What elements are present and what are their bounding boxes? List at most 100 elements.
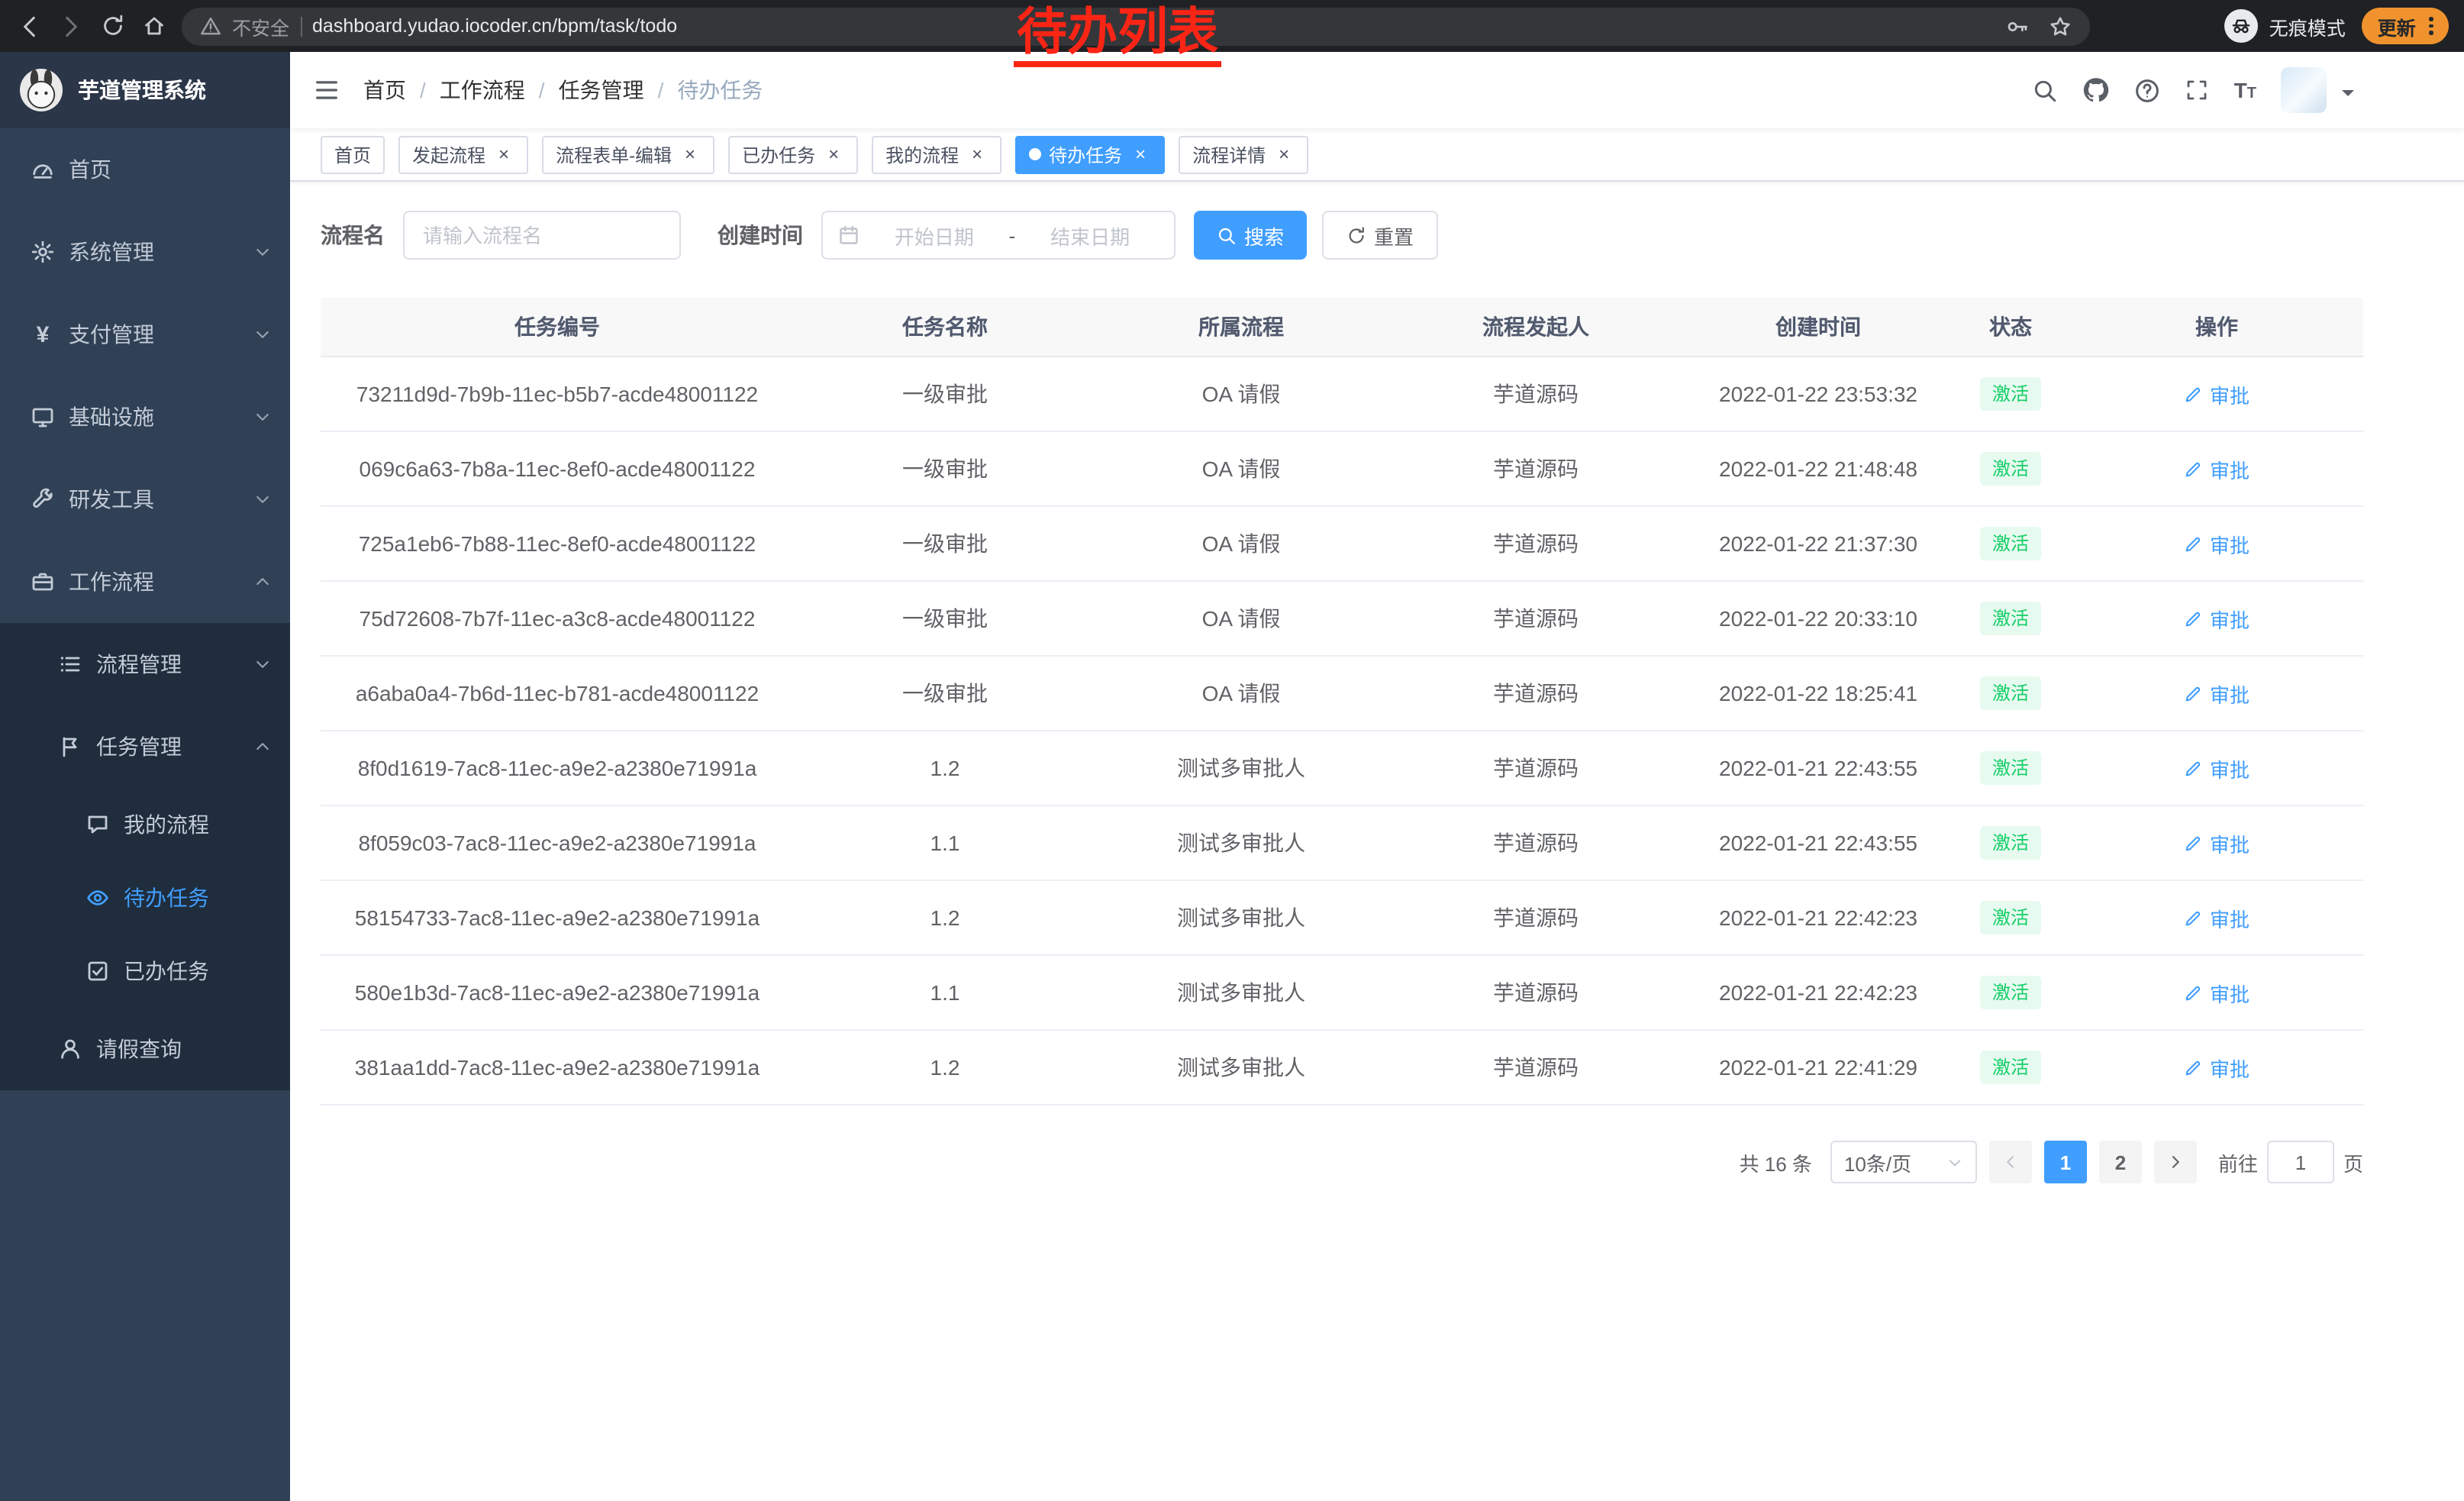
cell-task-id: 73211d9d-7b9b-11ec-b5b7-acde48001122 <box>321 357 794 431</box>
reset-button[interactable]: 重置 <box>1322 211 1438 260</box>
goto-page-input[interactable] <box>2267 1141 2334 1183</box>
tag-home[interactable]: 首页 <box>321 135 385 173</box>
sidebar-item-process-mgmt[interactable]: 流程管理 <box>0 623 290 705</box>
approve-button[interactable]: 审批 <box>2184 1053 2250 1082</box>
approve-button[interactable]: 审批 <box>2184 604 2250 633</box>
sidebar-item-todo-tasks[interactable]: 待办任务 <box>0 861 290 934</box>
pencil-icon <box>2184 908 2204 928</box>
status-badge: 激活 <box>1980 602 2041 635</box>
star-icon[interactable] <box>2049 15 2072 37</box>
sidebar-item-leave-query[interactable]: 请假查询 <box>0 1008 290 1090</box>
tag-done-tasks[interactable]: 已办任务× <box>728 135 858 173</box>
breadcrumb-home[interactable]: 首页 <box>363 75 406 105</box>
page-button-2[interactable]: 2 <box>2099 1141 2142 1183</box>
sidebar-item-task-mgmt[interactable]: 任务管理 <box>0 705 290 788</box>
cell-task-id: a6aba0a4-7b6d-11ec-b781-acde48001122 <box>321 656 794 731</box>
back-icon[interactable] <box>9 5 50 47</box>
pencil-icon <box>2184 459 2204 479</box>
key-icon[interactable] <box>2006 15 2029 37</box>
date-range-picker[interactable]: 开始日期 - 结束日期 <box>821 211 1176 260</box>
table-row: 381aa1dd-7ac8-11ec-a9e2-a2380e71991a 1.2… <box>321 1030 2363 1105</box>
avatar[interactable] <box>2281 67 2327 113</box>
close-icon[interactable]: × <box>493 144 514 165</box>
cell-process: 测试多审批人 <box>1096 955 1386 1030</box>
close-icon[interactable]: × <box>1130 144 1151 165</box>
incognito-badge: 无痕模式 <box>2225 9 2346 43</box>
sidebar-item-system[interactable]: 系统管理 <box>0 211 290 293</box>
search-icon[interactable] <box>2033 77 2059 103</box>
table-row: 73211d9d-7b9b-11ec-b5b7-acde48001122 一级审… <box>321 357 2363 431</box>
sidebar-item-infra[interactable]: 基础设施 <box>0 376 290 458</box>
approve-button[interactable]: 审批 <box>2184 379 2250 408</box>
tags-view: 首页 发起流程 × 流程表单-编辑× 已办任务× 我的流程× 待办任务× 流程详情… <box>290 128 2464 182</box>
forward-icon[interactable] <box>50 5 92 47</box>
cell-task-name: 1.2 <box>794 731 1096 805</box>
approve-button[interactable]: 审批 <box>2184 978 2250 1007</box>
refresh-icon[interactable] <box>92 5 133 47</box>
close-icon[interactable]: × <box>679 144 701 165</box>
approve-button[interactable]: 审批 <box>2184 454 2250 483</box>
approve-button[interactable]: 审批 <box>2184 679 2250 708</box>
url-text: dashboard.yudao.iocoder.cn/bpm/task/todo <box>312 15 677 37</box>
cell-process: 测试多审批人 <box>1096 731 1386 805</box>
start-date-placeholder: 开始日期 <box>866 221 1003 250</box>
fullscreen-icon[interactable] <box>2185 78 2210 102</box>
sidebar-item-devtools[interactable]: 研发工具 <box>0 458 290 541</box>
update-button[interactable]: 更新 <box>2362 8 2449 44</box>
sidebar-item-payment[interactable]: ¥ 支付管理 <box>0 293 290 376</box>
eye-icon <box>85 886 110 910</box>
sidebar-item-home[interactable]: 首页 <box>0 128 290 211</box>
tag-label: 发起流程 <box>412 141 485 167</box>
cell-task-name: 1.2 <box>794 1030 1096 1105</box>
navbar-actions: TT <box>2033 67 2464 113</box>
sidebar-menu: 首页 系统管理 ¥ 支付管理 基础设施 <box>0 128 290 1090</box>
close-icon[interactable]: × <box>823 144 844 165</box>
home-icon[interactable] <box>133 5 174 47</box>
warning-icon <box>200 15 221 37</box>
cell-initiator: 芋道源码 <box>1386 805 1685 880</box>
sidebar-item-done-tasks[interactable]: 已办任务 <box>0 934 290 1008</box>
process-name-label: 流程名 <box>321 220 385 250</box>
next-page-button[interactable] <box>2154 1141 2197 1183</box>
approve-label: 审批 <box>2210 828 2250 857</box>
process-name-input[interactable] <box>403 211 681 260</box>
approve-button[interactable]: 审批 <box>2184 529 2250 558</box>
table-row: a6aba0a4-7b6d-11ec-b781-acde48001122 一级审… <box>321 656 2363 731</box>
pencil-icon <box>2184 1057 2204 1077</box>
hamburger-icon[interactable] <box>290 76 363 104</box>
breadcrumb-workflow[interactable]: 工作流程 <box>440 75 525 105</box>
cell-initiator: 芋道源码 <box>1386 581 1685 656</box>
sidebar-item-workflow[interactable]: 工作流程 <box>0 541 290 623</box>
chevron-down-icon <box>253 490 272 508</box>
app-logo[interactable]: 芋道管理系统 <box>0 52 290 128</box>
search-button[interactable]: 搜索 <box>1194 211 1307 260</box>
approve-button[interactable]: 审批 <box>2184 828 2250 857</box>
range-separator: - <box>1003 224 1022 247</box>
close-icon[interactable]: × <box>966 144 988 165</box>
app-title: 芋道管理系统 <box>78 75 206 105</box>
approve-button[interactable]: 审批 <box>2184 754 2250 783</box>
tag-start-process[interactable]: 发起流程 × <box>398 135 528 173</box>
prev-page-button[interactable] <box>1989 1141 2032 1183</box>
tag-process-detail[interactable]: 流程详情× <box>1179 135 1308 173</box>
font-size-icon[interactable]: TT <box>2234 78 2256 102</box>
browser-menu-icon[interactable] <box>2430 17 2433 35</box>
tag-form-edit[interactable]: 流程表单-编辑× <box>542 135 714 173</box>
help-icon[interactable] <box>2135 77 2161 103</box>
sidebar-item-my-process[interactable]: 我的流程 <box>0 788 290 861</box>
cell-created: 2022-01-22 23:53:32 <box>1685 357 1951 431</box>
page-button-1[interactable]: 1 <box>2044 1141 2087 1183</box>
cell-task-id: 58154733-7ac8-11ec-a9e2-a2380e71991a <box>321 880 794 955</box>
tag-todo-tasks[interactable]: 待办任务× <box>1015 135 1165 173</box>
tag-my-process[interactable]: 我的流程× <box>872 135 1001 173</box>
page-size-select[interactable]: 10条/页 <box>1830 1141 1977 1183</box>
github-icon[interactable] <box>2083 76 2111 104</box>
breadcrumb-task-mgmt[interactable]: 任务管理 <box>559 75 644 105</box>
status-badge: 激活 <box>1980 676 2041 710</box>
annotation-text: 待办列表 <box>1014 6 1221 66</box>
close-icon[interactable]: × <box>1273 144 1295 165</box>
pencil-icon <box>2184 983 2204 1002</box>
chevron-down-icon[interactable] <box>2342 90 2354 102</box>
approve-button[interactable]: 审批 <box>2184 903 2250 932</box>
table-row: 8f059c03-7ac8-11ec-a9e2-a2380e71991a 1.1… <box>321 805 2363 880</box>
